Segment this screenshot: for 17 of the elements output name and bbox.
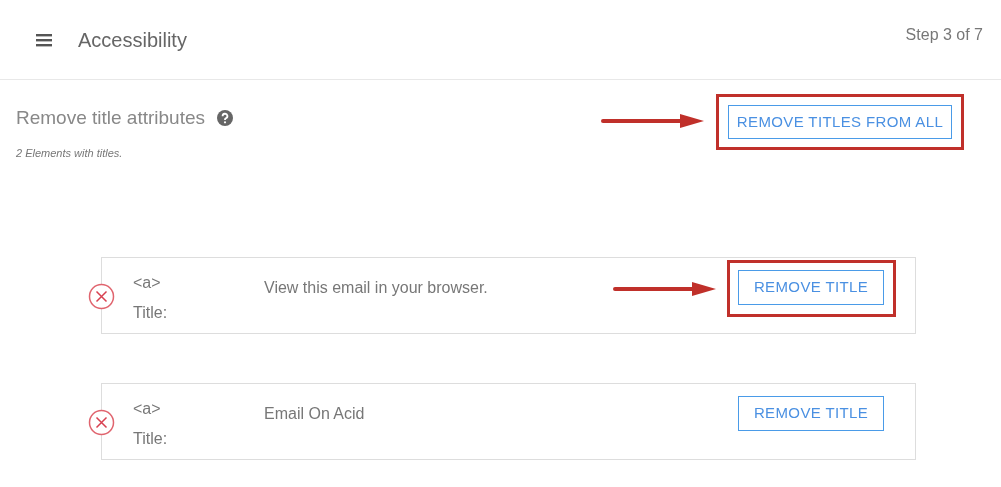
title-value: View this email in your browser. [264,278,488,298]
element-tag: <a> [133,268,168,298]
step-indicator: Step 3 of 7 [905,24,983,45]
error-icon [88,283,115,310]
title-value: Email On Acid [264,404,365,424]
title-label: Title: [133,303,168,323]
element-tag: <a> [133,394,168,424]
help-icon[interactable] [217,110,234,127]
remove-all-button[interactable]: REMOVE TITLES FROM ALL [728,105,952,139]
title-label: Title: [133,429,168,449]
element-count: 2 Elements with titles. [16,145,124,161]
page-title: Accessibility [78,27,187,53]
menu-icon[interactable] [36,32,52,47]
error-icon [88,409,115,436]
section-title: Remove title attributes [16,106,206,130]
remove-title-button[interactable]: REMOVE TITLE [738,396,884,431]
remove-title-button[interactable]: REMOVE TITLE [738,270,884,305]
